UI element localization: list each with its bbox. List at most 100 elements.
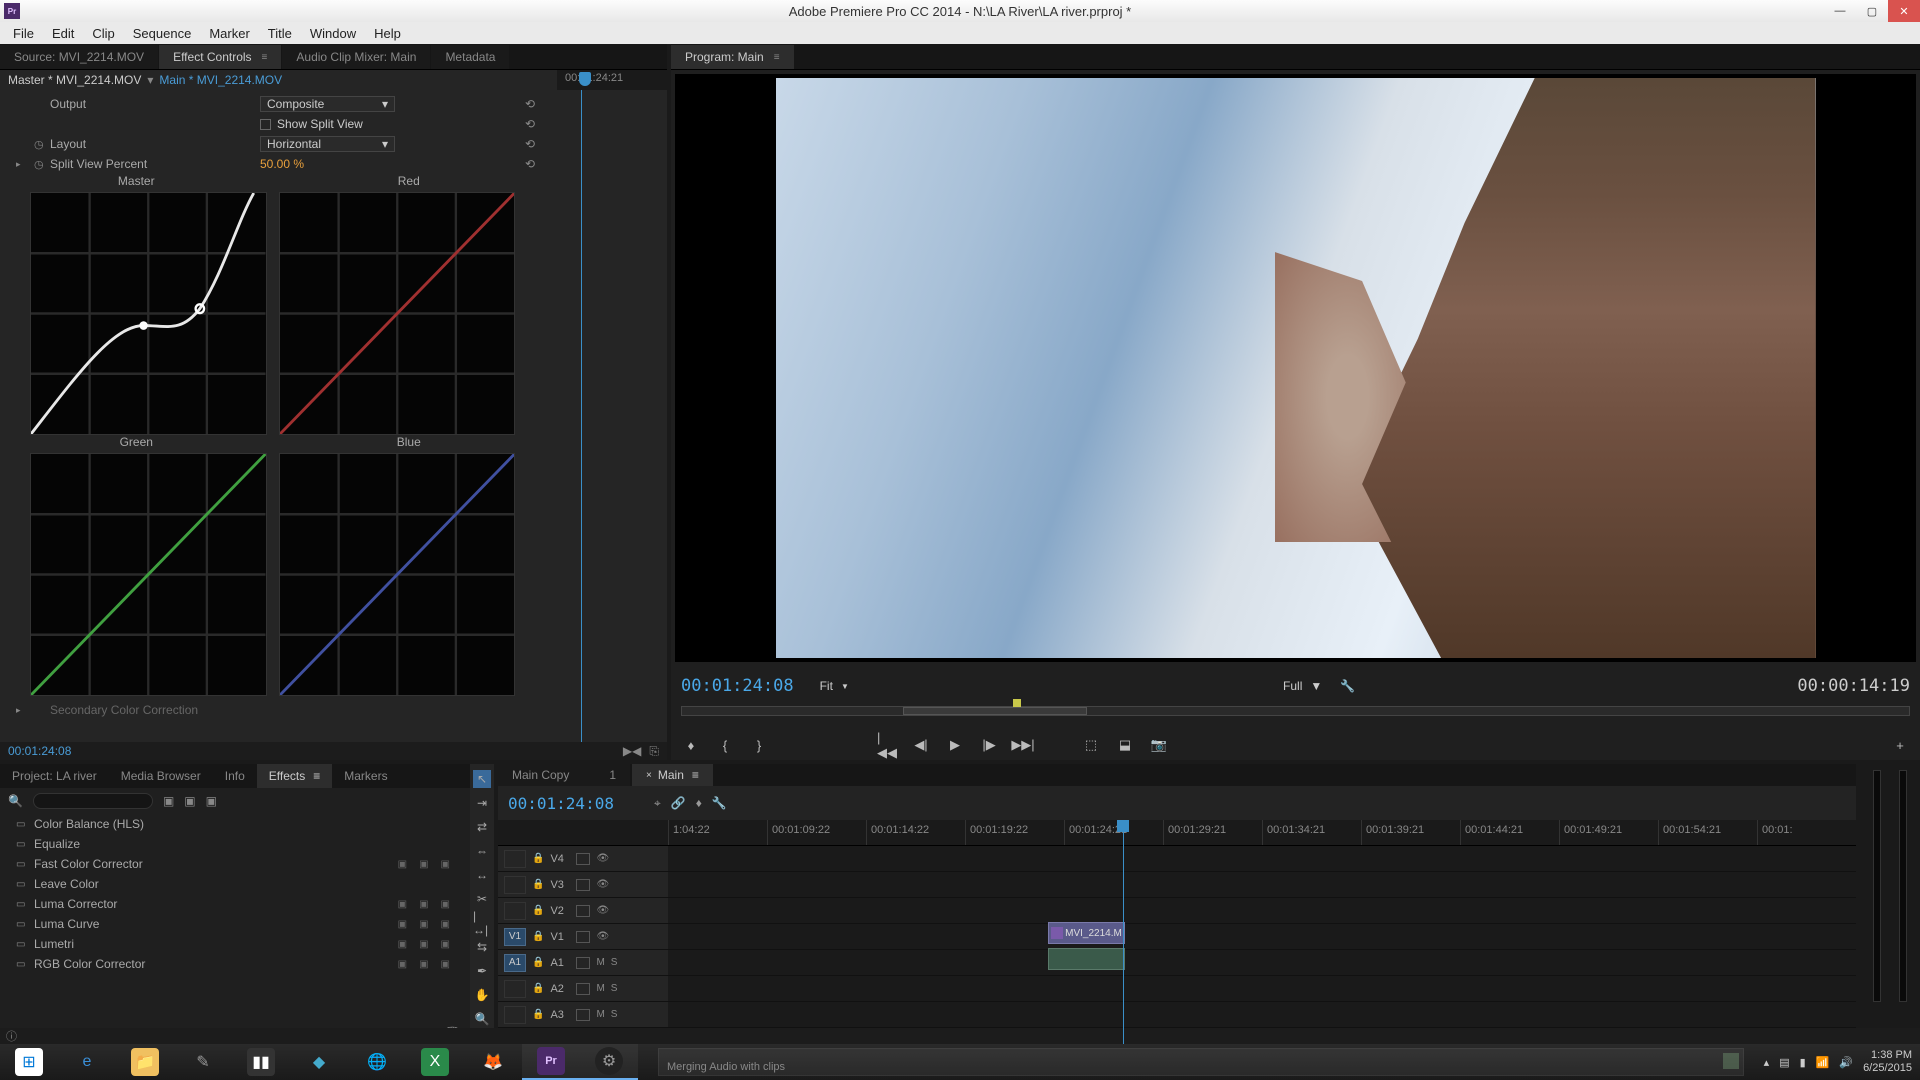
- panel-menu-icon[interactable]: ≡: [692, 768, 699, 782]
- tab-effects[interactable]: Effects≡: [257, 764, 332, 788]
- add-marker-button[interactable]: ♦: [681, 735, 701, 755]
- step-forward-button[interactable]: |▶: [979, 735, 999, 755]
- panel-menu-icon[interactable]: ≡: [774, 52, 780, 63]
- lift-button[interactable]: ⬚: [1081, 735, 1101, 755]
- lock-icon[interactable]: 🔒: [532, 879, 544, 890]
- mute-toggle[interactable]: [576, 853, 590, 865]
- timeline-settings-icon[interactable]: 🔧: [712, 796, 727, 811]
- go-to-in-button[interactable]: |◀◀: [877, 735, 897, 755]
- lock-icon[interactable]: 🔒: [532, 957, 544, 968]
- rate-stretch-tool[interactable]: ↔: [473, 866, 491, 884]
- start-button[interactable]: ⊞: [0, 1044, 58, 1080]
- menu-marker[interactable]: Marker: [200, 26, 258, 41]
- slip-tool[interactable]: |↔|: [473, 914, 491, 932]
- zoom-dropdown[interactable]: Fit▼: [820, 679, 849, 693]
- effect-item[interactable]: ▭Fast Color Corrector▣▣▣: [0, 854, 470, 874]
- filter-32bit-icon[interactable]: ▣: [184, 794, 195, 808]
- track-header-v3[interactable]: 🔒V3👁: [498, 872, 668, 898]
- timeline-ruler[interactable]: 1:04:22 00:01:09:22 00:01:14:22 00:01:19…: [498, 820, 1856, 846]
- track-header-a1[interactable]: A1🔒A1MS: [498, 950, 668, 976]
- pen-tool[interactable]: ✒: [473, 962, 491, 980]
- stopwatch-icon[interactable]: ◷: [34, 158, 44, 171]
- snap-icon[interactable]: ⌖: [654, 796, 661, 811]
- tray-wifi-icon[interactable]: 📶: [1816, 1056, 1830, 1069]
- lock-icon[interactable]: 🔒: [532, 853, 544, 864]
- ec-mini-timeline[interactable]: 00:01:24:21: [557, 70, 667, 90]
- tab-markers[interactable]: Markers: [332, 764, 399, 788]
- track-header-a3[interactable]: 🔒A3MS: [498, 1002, 668, 1028]
- go-to-out-button[interactable]: ▶▶|: [1013, 735, 1033, 755]
- source-patch-v1[interactable]: V1: [504, 928, 526, 946]
- reset-icon[interactable]: ⟲: [525, 137, 535, 151]
- taskbar-app1[interactable]: ✎: [174, 1044, 232, 1080]
- track-header-v1[interactable]: V1🔒V1👁: [498, 924, 668, 950]
- audio-clip[interactable]: [1048, 948, 1125, 970]
- selection-tool[interactable]: ↖: [473, 770, 491, 788]
- effect-item[interactable]: ▭RGB Color Corrector▣▣▣: [0, 954, 470, 974]
- taskbar-explorer[interactable]: 📁: [116, 1044, 174, 1080]
- taskbar-excel[interactable]: X: [406, 1044, 464, 1080]
- taskbar-firefox[interactable]: 🦊: [464, 1044, 522, 1080]
- reset-icon[interactable]: ⟲: [525, 97, 535, 111]
- razor-tool[interactable]: ✂: [473, 890, 491, 908]
- effects-search-input[interactable]: [33, 793, 153, 809]
- curve-master[interactable]: [30, 192, 267, 435]
- effect-item[interactable]: ▭Lumetri▣▣▣: [0, 934, 470, 954]
- panel-menu-icon[interactable]: ≡: [313, 769, 320, 783]
- eye-icon[interactable]: 👁: [596, 853, 609, 864]
- timeline-playhead[interactable]: [1123, 820, 1124, 1044]
- split-view-checkbox[interactable]: [260, 119, 271, 130]
- curve-red[interactable]: [279, 192, 516, 435]
- curve-green[interactable]: [30, 453, 267, 696]
- lock-icon[interactable]: 🔒: [532, 931, 544, 942]
- taskbar-preview[interactable]: Merging Audio with clips: [658, 1048, 1744, 1076]
- tab-effect-controls[interactable]: Effect Controls≡: [159, 45, 281, 69]
- lock-icon[interactable]: 🔒: [532, 905, 544, 916]
- tab-audio-clip-mixer[interactable]: Audio Clip Mixer: Main: [282, 45, 430, 69]
- tab-project[interactable]: Project: LA river: [0, 764, 109, 788]
- effect-item[interactable]: ▭Equalize: [0, 834, 470, 854]
- effect-item[interactable]: ▭Luma Curve▣▣▣: [0, 914, 470, 934]
- eye-icon[interactable]: 👁: [596, 905, 609, 916]
- prop-split-percent-value[interactable]: 50.00 %: [260, 157, 304, 171]
- sequence-tab-main-copy[interactable]: Main Copy1: [498, 764, 630, 786]
- export-frame-icon[interactable]: ⎘: [649, 744, 659, 759]
- program-timecode-left[interactable]: 00:01:24:08: [681, 676, 794, 696]
- ec-footer-timecode[interactable]: 00:01:24:08: [8, 744, 71, 758]
- reset-icon[interactable]: ⟲: [525, 157, 535, 171]
- lock-icon[interactable]: 🔒: [532, 983, 544, 994]
- program-scrubber[interactable]: [671, 706, 1920, 730]
- ec-master-clip[interactable]: Master * MVI_2214.MOV: [8, 73, 141, 87]
- play-button[interactable]: ▶: [945, 735, 965, 755]
- sequence-tab-main[interactable]: ×Main≡: [632, 764, 713, 786]
- prop-layout-dropdown[interactable]: Horizontal▾: [260, 136, 395, 152]
- resolution-dropdown[interactable]: Full▼: [1283, 679, 1322, 693]
- tray-volume-icon[interactable]: 🔊: [1839, 1056, 1853, 1069]
- slide-tool[interactable]: ⇆: [473, 938, 491, 956]
- close-icon[interactable]: ×: [646, 770, 652, 781]
- prop-output-dropdown[interactable]: Composite▾: [260, 96, 395, 112]
- linked-selection-icon[interactable]: 🔗: [671, 796, 686, 811]
- mute-toggle[interactable]: [576, 879, 590, 891]
- add-marker-icon[interactable]: ♦: [696, 796, 702, 811]
- filter-accelerated-icon[interactable]: ▣: [163, 794, 174, 808]
- hand-tool[interactable]: ✋: [473, 986, 491, 1004]
- lock-icon[interactable]: 🔒: [532, 1009, 544, 1020]
- menu-edit[interactable]: Edit: [43, 26, 83, 41]
- zoom-tool[interactable]: 🔍: [473, 1010, 491, 1028]
- ec-playhead[interactable]: [579, 72, 591, 86]
- menu-file[interactable]: File: [4, 26, 43, 41]
- mute-toggle[interactable]: [576, 1009, 590, 1021]
- effect-item[interactable]: ▭Color Balance (HLS): [0, 814, 470, 834]
- video-clip[interactable]: MVI_2214.M: [1048, 922, 1125, 944]
- taskbar-app3[interactable]: ◆: [290, 1044, 348, 1080]
- effect-item[interactable]: ▭Leave Color: [0, 874, 470, 894]
- menu-sequence[interactable]: Sequence: [124, 26, 201, 41]
- expand-icon[interactable]: ▸: [16, 705, 21, 716]
- settings-icon[interactable]: 🔧: [1340, 679, 1355, 693]
- tab-source[interactable]: Source: MVI_2214.MOV: [0, 45, 158, 69]
- timeline-timecode[interactable]: 00:01:24:08: [508, 794, 614, 813]
- menu-title[interactable]: Title: [259, 26, 301, 41]
- mark-in-button[interactable]: {: [715, 735, 735, 755]
- taskbar-app2[interactable]: ▮▮: [232, 1044, 290, 1080]
